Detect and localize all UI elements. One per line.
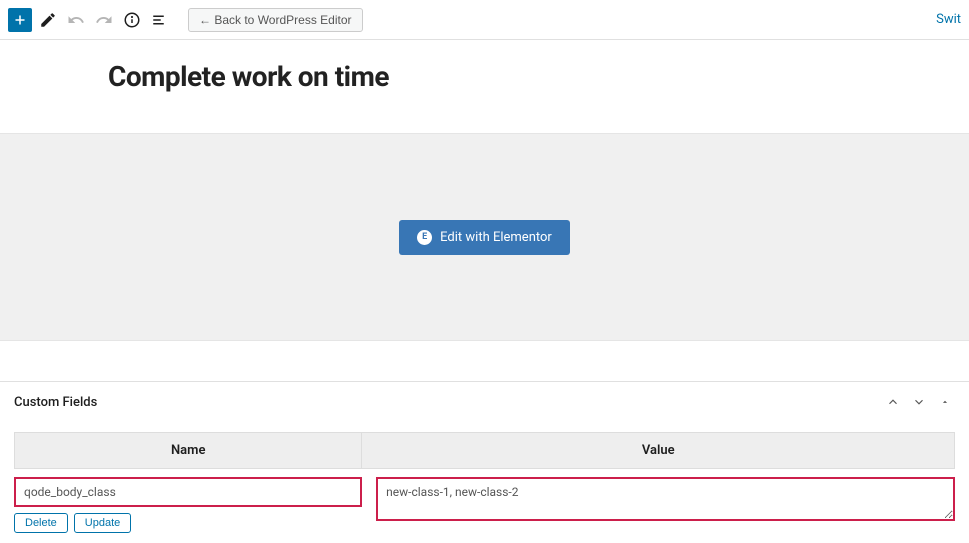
panel-move-up-button[interactable] xyxy=(883,392,903,412)
custom-fields-panel: Custom Fields Name Value Delete Update n xyxy=(0,381,969,543)
plus-icon xyxy=(11,11,29,29)
panel-move-down-button[interactable] xyxy=(909,392,929,412)
cf-col-value: Value xyxy=(362,433,954,468)
caret-up-icon xyxy=(940,397,950,407)
edit-with-elementor-button[interactable]: E Edit with Elementor xyxy=(399,220,570,255)
cf-row-actions: Delete Update xyxy=(14,513,362,533)
cf-row: Delete Update new-class-1, new-class-2 xyxy=(14,477,955,533)
list-icon xyxy=(151,11,169,29)
info-button[interactable] xyxy=(120,8,144,32)
editor-toolbar: ← Back to WordPress Editor Swit xyxy=(0,0,969,40)
custom-fields-body: Name Value Delete Update new-class-1, ne… xyxy=(0,422,969,543)
back-to-wp-button[interactable]: ← Back to WordPress Editor xyxy=(188,8,363,32)
undo-button[interactable] xyxy=(64,8,88,32)
cf-name-input[interactable] xyxy=(14,477,362,507)
tools-button[interactable] xyxy=(36,8,60,32)
cf-col-name: Name xyxy=(15,433,362,468)
redo-icon xyxy=(95,11,113,29)
panel-toggle-button[interactable] xyxy=(935,392,955,412)
title-area: Complete work on time xyxy=(0,40,969,133)
chevron-up-icon xyxy=(886,395,900,409)
chevron-down-icon xyxy=(912,395,926,409)
elementor-icon: E xyxy=(417,230,432,245)
page-title[interactable]: Complete work on time xyxy=(108,60,969,93)
pencil-icon xyxy=(39,11,57,29)
switch-link[interactable]: Swit xyxy=(936,12,961,27)
cf-table-header: Name Value xyxy=(14,432,955,469)
cf-delete-button[interactable]: Delete xyxy=(14,513,68,533)
custom-fields-title: Custom Fields xyxy=(14,395,877,410)
redo-button[interactable] xyxy=(92,8,116,32)
info-icon xyxy=(123,11,141,29)
cf-update-button[interactable]: Update xyxy=(74,513,131,533)
undo-icon xyxy=(67,11,85,29)
elementor-panel: E Edit with Elementor xyxy=(0,133,969,341)
edit-elementor-label: Edit with Elementor xyxy=(440,230,552,245)
cf-value-input[interactable]: new-class-1, new-class-2 xyxy=(376,477,955,521)
add-block-button[interactable] xyxy=(8,8,32,32)
outline-button[interactable] xyxy=(148,8,172,32)
custom-fields-header: Custom Fields xyxy=(0,382,969,422)
